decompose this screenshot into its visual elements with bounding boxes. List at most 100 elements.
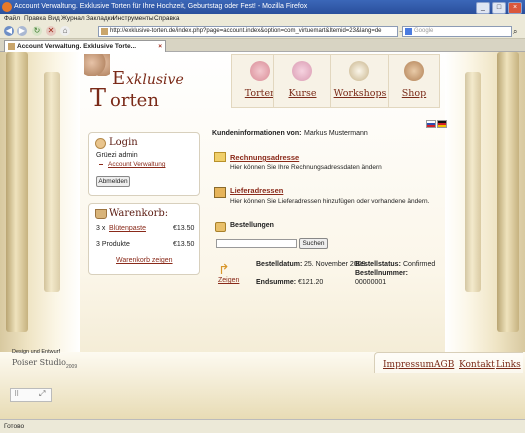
back-icon[interactable]: ◀	[4, 26, 14, 36]
show-cart-link[interactable]: Warenkorb zeigen	[116, 257, 173, 264]
right-pillar	[497, 52, 519, 332]
logo-word-torten: orten	[110, 90, 159, 111]
sheep-icon	[349, 61, 369, 81]
logout-button[interactable]: Abmelden	[96, 176, 130, 187]
order-status-label: Bestellstatus:	[355, 261, 401, 268]
studio-logo[interactable]: Poiser Studio	[12, 358, 66, 367]
billing-address-link[interactable]: Rechnungsadresse	[230, 153, 299, 162]
home-icon[interactable]: ⌂	[60, 26, 70, 36]
search-input[interactable]: Google	[402, 26, 512, 37]
shipping-icon	[214, 187, 226, 198]
site-logo[interactable]: E xklusive T orten	[84, 54, 214, 116]
order-number-label: Bestellnummer:	[355, 270, 408, 277]
cart-box: Warenkorb: 3 x Blütenpaste €13.50 3 Prod…	[88, 203, 200, 275]
footer-nav-box: Impressum AGB Kontakt Links	[374, 352, 523, 373]
order-status-value: Confirmed	[403, 261, 436, 268]
tab-account[interactable]: Account Verwaltung. Exklusive Torte... ×	[4, 40, 166, 52]
right-pillar-2	[465, 72, 481, 292]
show-order-link[interactable]: Zeigen	[218, 277, 239, 284]
customer-info-label: Kundeninformationen von:	[212, 130, 302, 137]
studio-year: 2009	[66, 364, 78, 370]
user-icon	[95, 138, 106, 149]
nav-shop-label: Shop	[401, 88, 427, 99]
butterfly-icon	[84, 54, 110, 76]
cart-total-price: €13.50	[173, 241, 195, 248]
logo-initial-t: T	[90, 84, 107, 112]
cupcake-icon	[292, 61, 312, 81]
login-box: Login Grüezi admin Account Verwaltung Ab…	[88, 132, 200, 196]
cart-item-link[interactable]: Blütenpaste	[109, 225, 146, 232]
firefox-icon	[2, 2, 12, 12]
footer-links-link[interactable]: Links	[496, 360, 521, 370]
orders-search-input[interactable]	[216, 239, 297, 248]
cart-line1-price: €13.50	[173, 225, 195, 232]
nav-workshops[interactable]: Workshops	[330, 54, 390, 108]
shipping-address-link[interactable]: Lieferadressen	[230, 186, 283, 195]
address-url: http://exklusive-torten.de/index.php?pag…	[110, 28, 382, 34]
logo-word-exklusive: xklusive	[126, 72, 184, 88]
status-text: Готово	[4, 423, 25, 430]
flag-de-icon[interactable]	[437, 120, 447, 128]
maximize-button[interactable]: □	[492, 2, 506, 14]
menu-view[interactable]: Вид	[48, 14, 60, 24]
billing-icon	[214, 152, 226, 162]
menu-bar: Файл Правка Вид Журнал Закладки Инструме…	[0, 14, 525, 24]
order-total-value: €121.20	[298, 279, 324, 286]
footer-kontakt-link[interactable]: Kontakt	[459, 360, 495, 370]
logo-initial-e: E	[112, 68, 126, 89]
left-pillar-2	[44, 72, 60, 292]
search-icon[interactable]: ⌕	[513, 27, 517, 37]
footer-impressum-link[interactable]: Impressum	[383, 360, 434, 370]
resize-widget[interactable]: ⠿ ⤢	[10, 388, 52, 402]
cart-title: Warenkorb:	[109, 208, 169, 219]
menu-history[interactable]: Журнал	[61, 14, 85, 24]
customer-name: Markus Mustermann	[304, 130, 368, 137]
menu-bookmarks[interactable]: Закладки	[86, 14, 114, 24]
menu-tools[interactable]: Инструменты	[113, 14, 154, 24]
address-bar[interactable]: http://exklusive-torten.de/index.php?pag…	[98, 26, 398, 37]
minimize-button[interactable]: _	[476, 2, 490, 14]
menu-help[interactable]: Справка	[154, 14, 180, 24]
nav-kurse[interactable]: Kurse	[273, 54, 332, 108]
menu-file[interactable]: Файл	[4, 14, 20, 24]
tab-close-icon[interactable]: ×	[158, 41, 162, 52]
account-link[interactable]: Account Verwaltung	[108, 161, 165, 168]
basket-icon	[95, 209, 107, 219]
left-pillar	[6, 52, 28, 332]
status-bar: Готово	[0, 419, 525, 433]
orders-search-button[interactable]: Suchen	[299, 238, 328, 249]
order-date-label: Bestelldatum:	[256, 261, 303, 268]
search-engine-icon	[405, 28, 412, 35]
window-titlebar: Account Verwaltung. Exklusive Torten für…	[0, 0, 525, 14]
tab-favicon	[8, 43, 15, 50]
menu-edit[interactable]: Правка	[24, 14, 46, 24]
cart-products-count: 3 Produkte	[96, 241, 130, 248]
bullet-icon	[99, 164, 103, 165]
cart-line1-qty: 3 x	[96, 225, 106, 232]
nav-workshops-label: Workshops	[333, 88, 387, 99]
tab-label: Account Verwaltung. Exklusive Torte...	[17, 43, 137, 50]
search-placeholder: Google	[414, 28, 434, 34]
navigation-toolbar: ◀ ▶ ↻ ✕ ⌂ http://exklusive-torten.de/ind…	[0, 24, 525, 39]
stop-icon[interactable]: ✕	[46, 26, 56, 36]
order-number-value: 00000001	[355, 279, 387, 286]
arrow-icon[interactable]: ↱	[218, 261, 230, 278]
orders-title: Bestellungen	[230, 222, 274, 229]
design-credit: Design und Entwurf	[12, 349, 60, 355]
login-greeting: Grüezi admin	[96, 152, 138, 159]
orders-icon	[215, 222, 226, 232]
page-favicon	[101, 28, 108, 35]
close-button[interactable]: ×	[508, 2, 522, 14]
nav-shop[interactable]: Shop	[388, 54, 440, 108]
cake-icon	[250, 61, 270, 81]
shipping-description: Hier können Sie Lieferadressen hinzufüge…	[230, 198, 430, 205]
reload-icon[interactable]: ↻	[32, 26, 42, 36]
flag-ru-icon[interactable]	[426, 120, 436, 128]
collapse-icon: ⠿	[14, 391, 20, 398]
order-total-label: Endsumme:	[256, 279, 297, 286]
login-title: Login	[109, 137, 138, 148]
tab-bar: Account Verwaltung. Exklusive Torte... ×	[0, 39, 525, 52]
expand-icon: ⤢	[39, 389, 46, 398]
forward-icon[interactable]: ▶	[17, 26, 27, 36]
footer-agb-link[interactable]: AGB	[434, 360, 454, 370]
